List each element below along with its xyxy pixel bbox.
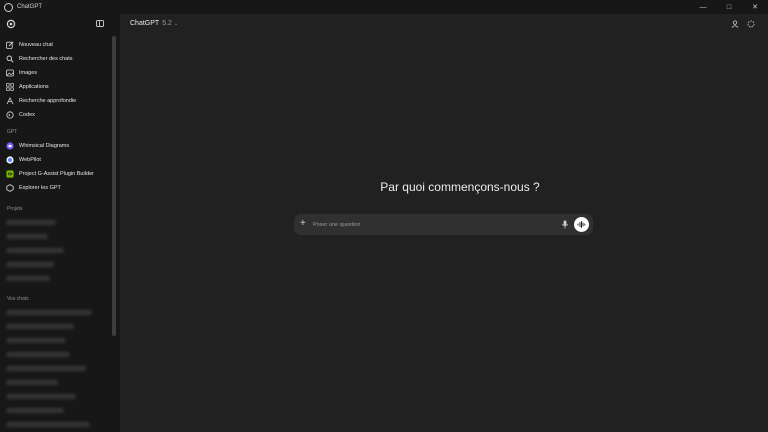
whimsical-icon bbox=[6, 141, 14, 150]
sidebar-item-label: Applications bbox=[19, 83, 49, 90]
sidebar-item-label: Codex bbox=[19, 111, 35, 118]
minimize-icon: — bbox=[699, 3, 707, 11]
sidebar-header bbox=[0, 14, 120, 34]
chat-item[interactable] bbox=[6, 338, 66, 343]
sidebar-item-label: Project G-Assist Plugin Builder bbox=[19, 170, 94, 177]
window-titlebar: ChatGPT — □ ✕ bbox=[0, 0, 768, 14]
waveform-icon bbox=[577, 221, 586, 228]
section-title-chats: Vos chats bbox=[7, 296, 29, 302]
maximize-icon: □ bbox=[726, 3, 732, 11]
voice-mode-button[interactable] bbox=[574, 217, 589, 232]
sidebar-item-label: Whimsical Diagrams bbox=[19, 142, 70, 149]
chat-item[interactable] bbox=[6, 380, 58, 385]
chat-item[interactable] bbox=[6, 422, 90, 427]
chat-item[interactable] bbox=[6, 352, 70, 357]
sidebar-item-new-chat[interactable]: Nouveau chat bbox=[4, 38, 108, 51]
user-icon bbox=[731, 20, 739, 28]
page-heading: Par quoi commençons-nous ? bbox=[380, 180, 540, 194]
sidebar-item-whimsical[interactable]: Whimsical Diagrams bbox=[4, 139, 108, 152]
codex-icon bbox=[6, 110, 14, 119]
sidebar-item-label: Recherche approfondie bbox=[19, 97, 77, 104]
temporary-chat-button[interactable] bbox=[746, 19, 756, 29]
main-area: ChatGPT 5.2 ⌄ Par quoi commençons-nous ?… bbox=[120, 14, 768, 432]
chat-item[interactable] bbox=[6, 324, 74, 329]
project-item[interactable] bbox=[6, 262, 54, 267]
sidebar-item-label: Rechercher des chats bbox=[19, 55, 73, 62]
model-name: ChatGPT bbox=[130, 20, 160, 27]
prompt-input[interactable] bbox=[313, 214, 543, 235]
sidebar-item-label: WebPilot bbox=[19, 156, 41, 163]
sidebar-item-label: Nouveau chat bbox=[19, 41, 53, 48]
g-assist-icon bbox=[6, 169, 14, 178]
close-icon: ✕ bbox=[752, 4, 758, 11]
project-item[interactable] bbox=[6, 234, 48, 239]
window-controls: — □ ✕ bbox=[690, 0, 768, 14]
window-title: ChatGPT bbox=[17, 4, 43, 10]
sidebar-scrollbar[interactable] bbox=[112, 36, 116, 336]
section-title-gpt: GPT bbox=[7, 129, 18, 135]
deep-research-icon bbox=[6, 96, 14, 105]
image-icon bbox=[6, 69, 14, 77]
sidebar-item-applications[interactable]: Applications bbox=[4, 80, 108, 93]
chat-item[interactable] bbox=[6, 408, 64, 413]
model-selector[interactable]: ChatGPT 5.2 ⌄ bbox=[130, 20, 178, 27]
sidebar-item-deep-research[interactable]: Recherche approfondie bbox=[4, 94, 108, 107]
chat-item[interactable] bbox=[6, 394, 76, 399]
edit-icon bbox=[6, 40, 14, 49]
model-version: 5.2 bbox=[162, 20, 172, 27]
sidebar-item-webpilot[interactable]: WebPilot bbox=[4, 153, 108, 166]
app-logo-icon bbox=[4, 2, 13, 12]
sidebar-item-label: Explorer les GPT bbox=[19, 184, 61, 191]
apps-icon bbox=[6, 82, 14, 91]
plus-icon[interactable]: + bbox=[300, 217, 306, 231]
sidebar-item-g-assist[interactable]: Project G-Assist Plugin Builder bbox=[4, 167, 108, 180]
project-item[interactable] bbox=[6, 248, 64, 253]
sidebar-item-explore-gpts[interactable]: Explorer les GPT bbox=[4, 181, 108, 194]
sidebar: Nouveau chat Rechercher des chats Images… bbox=[0, 14, 120, 432]
project-item[interactable] bbox=[6, 220, 56, 225]
openai-logo-icon[interactable] bbox=[6, 19, 16, 29]
dashed-circle-icon bbox=[747, 20, 755, 28]
chevron-down-icon: ⌄ bbox=[173, 20, 179, 27]
close-button[interactable]: ✕ bbox=[742, 0, 768, 14]
search-icon bbox=[6, 55, 14, 63]
project-item[interactable] bbox=[6, 276, 50, 281]
maximize-button[interactable]: □ bbox=[716, 0, 742, 14]
sidebar-toggle-icon[interactable] bbox=[96, 20, 104, 27]
microphone-icon[interactable] bbox=[561, 220, 569, 229]
chat-item[interactable] bbox=[6, 310, 92, 315]
webpilot-icon bbox=[6, 155, 14, 164]
composer: + bbox=[294, 214, 593, 235]
chat-item[interactable] bbox=[6, 366, 86, 371]
sidebar-item-label: Images bbox=[19, 69, 38, 76]
sidebar-item-search[interactable]: Rechercher des chats bbox=[4, 52, 108, 65]
sidebar-item-codex[interactable]: Codex bbox=[4, 108, 108, 121]
explore-icon bbox=[6, 183, 14, 192]
sidebar-item-images[interactable]: Images bbox=[4, 66, 108, 79]
profile-button[interactable] bbox=[730, 19, 740, 29]
minimize-button[interactable]: — bbox=[690, 0, 716, 14]
section-title-projects: Projets bbox=[7, 206, 23, 212]
